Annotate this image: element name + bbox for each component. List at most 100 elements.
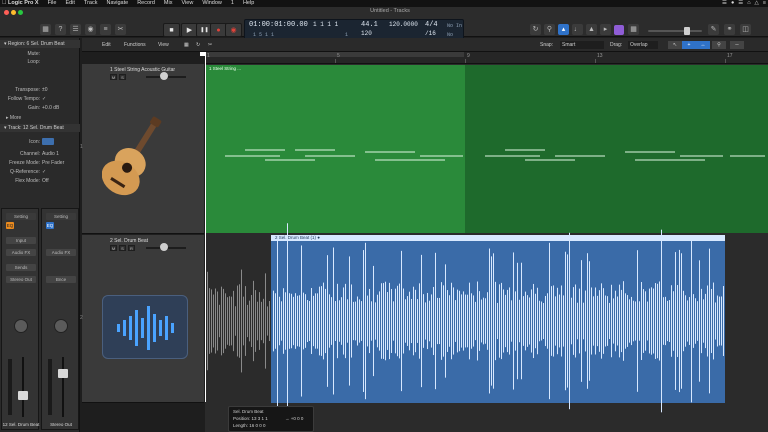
stop-button[interactable]: ■: [163, 23, 180, 37]
tracks-area[interactable]: 1 Steel String ... 2 Sel. Drum Beat (1) …: [205, 64, 768, 432]
marquee-tool-icon[interactable]: ↔: [696, 41, 710, 49]
region-mute-row[interactable]: Mute:: [0, 50, 80, 58]
browser-icon[interactable]: ◫: [740, 24, 751, 35]
view-menu[interactable]: View: [158, 41, 169, 49]
snap-select[interactable]: Smart: [560, 41, 604, 49]
strip2-audio-fx-button[interactable]: Audio FX: [46, 249, 76, 256]
smart-controls-icon[interactable]: ◉: [85, 24, 96, 35]
strip1-pan-knob[interactable]: [14, 319, 28, 333]
pointer-tool-icon[interactable]: ↖: [668, 41, 682, 49]
transpose-row[interactable]: Transpose: ±0: [0, 86, 80, 94]
status-icon-4[interactable]: ⌂: [747, 0, 750, 7]
mixer-icon[interactable]: ≡: [100, 24, 111, 35]
status-icon-2[interactable]: ●: [731, 0, 734, 7]
midi-region-loop[interactable]: [465, 65, 725, 233]
strip1-eq-button[interactable]: EQ: [6, 222, 14, 229]
menu-window[interactable]: Window: [202, 0, 222, 7]
track-2-record-button[interactable]: R: [128, 245, 135, 251]
menu-file[interactable]: File: [48, 0, 57, 7]
freeze-row[interactable]: Freeze Mode: Pre Fader: [0, 159, 80, 167]
tracks-tool-2-icon[interactable]: ↻: [196, 41, 200, 49]
cpu-meter-button[interactable]: [614, 25, 624, 35]
editors-icon[interactable]: ✂: [115, 24, 126, 35]
notepad-icon[interactable]: ✎: [708, 24, 719, 35]
list-editors-icon[interactable]: ▦: [628, 24, 639, 35]
region-header[interactable]: ▾ Region: 6 Sel. Drum Beat: [0, 40, 80, 48]
toolbar-icon[interactable]: ☰: [70, 24, 81, 35]
track-2-volume-knob[interactable]: [160, 243, 168, 251]
menu-logic-pro[interactable]: Logic Pro X: [8, 0, 39, 7]
zoom-window-button[interactable]: [18, 10, 23, 15]
loop-browser-icon[interactable]: ⚭: [724, 24, 735, 35]
strip1-sends-button[interactable]: Sends: [6, 264, 36, 271]
solo-icon[interactable]: ▴: [558, 24, 569, 35]
status-icon-3[interactable]: ☰: [738, 0, 743, 7]
flex-mode-value[interactable]: Off: [42, 177, 49, 185]
region-loop-row[interactable]: Loop:: [0, 58, 80, 66]
strip1-volume-fader[interactable]: [18, 391, 28, 400]
status-icon-1[interactable]: ☰: [722, 0, 727, 7]
menu-mix[interactable]: Mix: [164, 0, 173, 7]
track-1-solo-button[interactable]: S: [119, 74, 126, 80]
q-reference-value[interactable]: ✓: [42, 168, 46, 176]
flex-mode-row[interactable]: Flex Mode: Off: [0, 177, 80, 185]
menu-help[interactable]: Help: [243, 0, 254, 7]
strip2-pan-knob[interactable]: [54, 319, 68, 333]
strip2-setting-button[interactable]: Setting: [46, 213, 76, 220]
menu-edit[interactable]: Edit: [65, 0, 74, 7]
track-header-2[interactable]: 2 Sel. Drum Beat M S R 2: [80, 235, 204, 403]
strip2-output-button[interactable]: Bnce: [46, 276, 76, 283]
metronome-icon[interactable]: ▲: [586, 24, 597, 35]
transpose-value[interactable]: ±0: [42, 86, 48, 94]
track-icon-swatch[interactable]: [42, 138, 54, 145]
tracks-tool-3-icon[interactable]: ✂: [208, 41, 212, 49]
library-icon[interactable]: ▦: [40, 24, 51, 35]
strip1-audio-fx-button[interactable]: Audio FX: [6, 249, 36, 256]
gain-row[interactable]: Gain: +0.0 dB: [0, 104, 80, 112]
count-in-icon[interactable]: ♩: [572, 24, 583, 35]
track-1-volume-knob[interactable]: [160, 72, 168, 80]
waveform-zoom-icon[interactable]: ∼: [730, 41, 744, 49]
track-2-mute-button[interactable]: M: [110, 245, 117, 251]
q-reference-row[interactable]: Q-Reference: ✓: [0, 168, 80, 176]
autopunch-icon[interactable]: ▸: [600, 24, 611, 35]
strip2-volume-fader[interactable]: [58, 369, 68, 378]
status-icon-6[interactable]: ≡: [763, 0, 766, 7]
follow-tempo-row[interactable]: Follow Tempo: ✓: [0, 95, 80, 103]
menu-track[interactable]: Track: [84, 0, 98, 7]
more-disclosure[interactable]: ▸ More: [0, 114, 80, 122]
left-locator[interactable]: [200, 52, 206, 56]
menu-record[interactable]: Record: [137, 0, 155, 7]
gain-value[interactable]: +0.0 dB: [42, 104, 59, 112]
tuner-icon[interactable]: ⚲: [544, 24, 555, 35]
channel-row[interactable]: Channel: Audio 1: [0, 150, 80, 158]
follow-tempo-value[interactable]: ✓: [42, 95, 46, 103]
tracks-tool-1-icon[interactable]: ▦: [184, 41, 189, 49]
track-1-mute-button[interactable]: M: [110, 74, 117, 80]
zoom-tool-icon[interactable]: ⚲: [712, 41, 726, 49]
track-2-solo-button[interactable]: S: [119, 245, 126, 251]
channel-value[interactable]: Audio 1: [42, 150, 59, 158]
capture-button[interactable]: ◉: [225, 23, 242, 37]
edit-menu[interactable]: Edit: [102, 41, 111, 49]
status-icon-5[interactable]: △: [755, 0, 759, 7]
menu-1[interactable]: 1: [231, 0, 234, 7]
strip1-output-button[interactable]: Stereo Out: [6, 276, 36, 283]
cycle-area[interactable]: [206, 52, 464, 57]
icon-row[interactable]: Icon:: [0, 138, 80, 146]
midi-region-loop-2[interactable]: [725, 65, 768, 233]
master-volume-slider[interactable]: [648, 30, 702, 32]
replace-icon[interactable]: ↻: [530, 24, 541, 35]
track-header[interactable]: ▾ Track: 12 Sel. Drum Beat: [0, 124, 80, 132]
freeze-value[interactable]: Pre Fader: [42, 159, 64, 167]
playhead[interactable]: [205, 52, 206, 402]
strip2-eq-button[interactable]: EQ: [46, 222, 54, 229]
functions-menu[interactable]: Functions: [124, 41, 146, 49]
menu-view[interactable]: View: [181, 0, 193, 7]
track-2-name[interactable]: 2 Sel. Drum Beat: [110, 238, 148, 244]
drag-select[interactable]: Overlap: [628, 41, 658, 49]
menu-navigate[interactable]: Navigate: [106, 0, 128, 7]
strip1-input-button[interactable]: Input: [6, 237, 36, 244]
strip1-setting-button[interactable]: Setting: [6, 213, 36, 220]
track-header-1[interactable]: 1 Steel String Acoustic Guitar M S 1: [80, 64, 204, 234]
